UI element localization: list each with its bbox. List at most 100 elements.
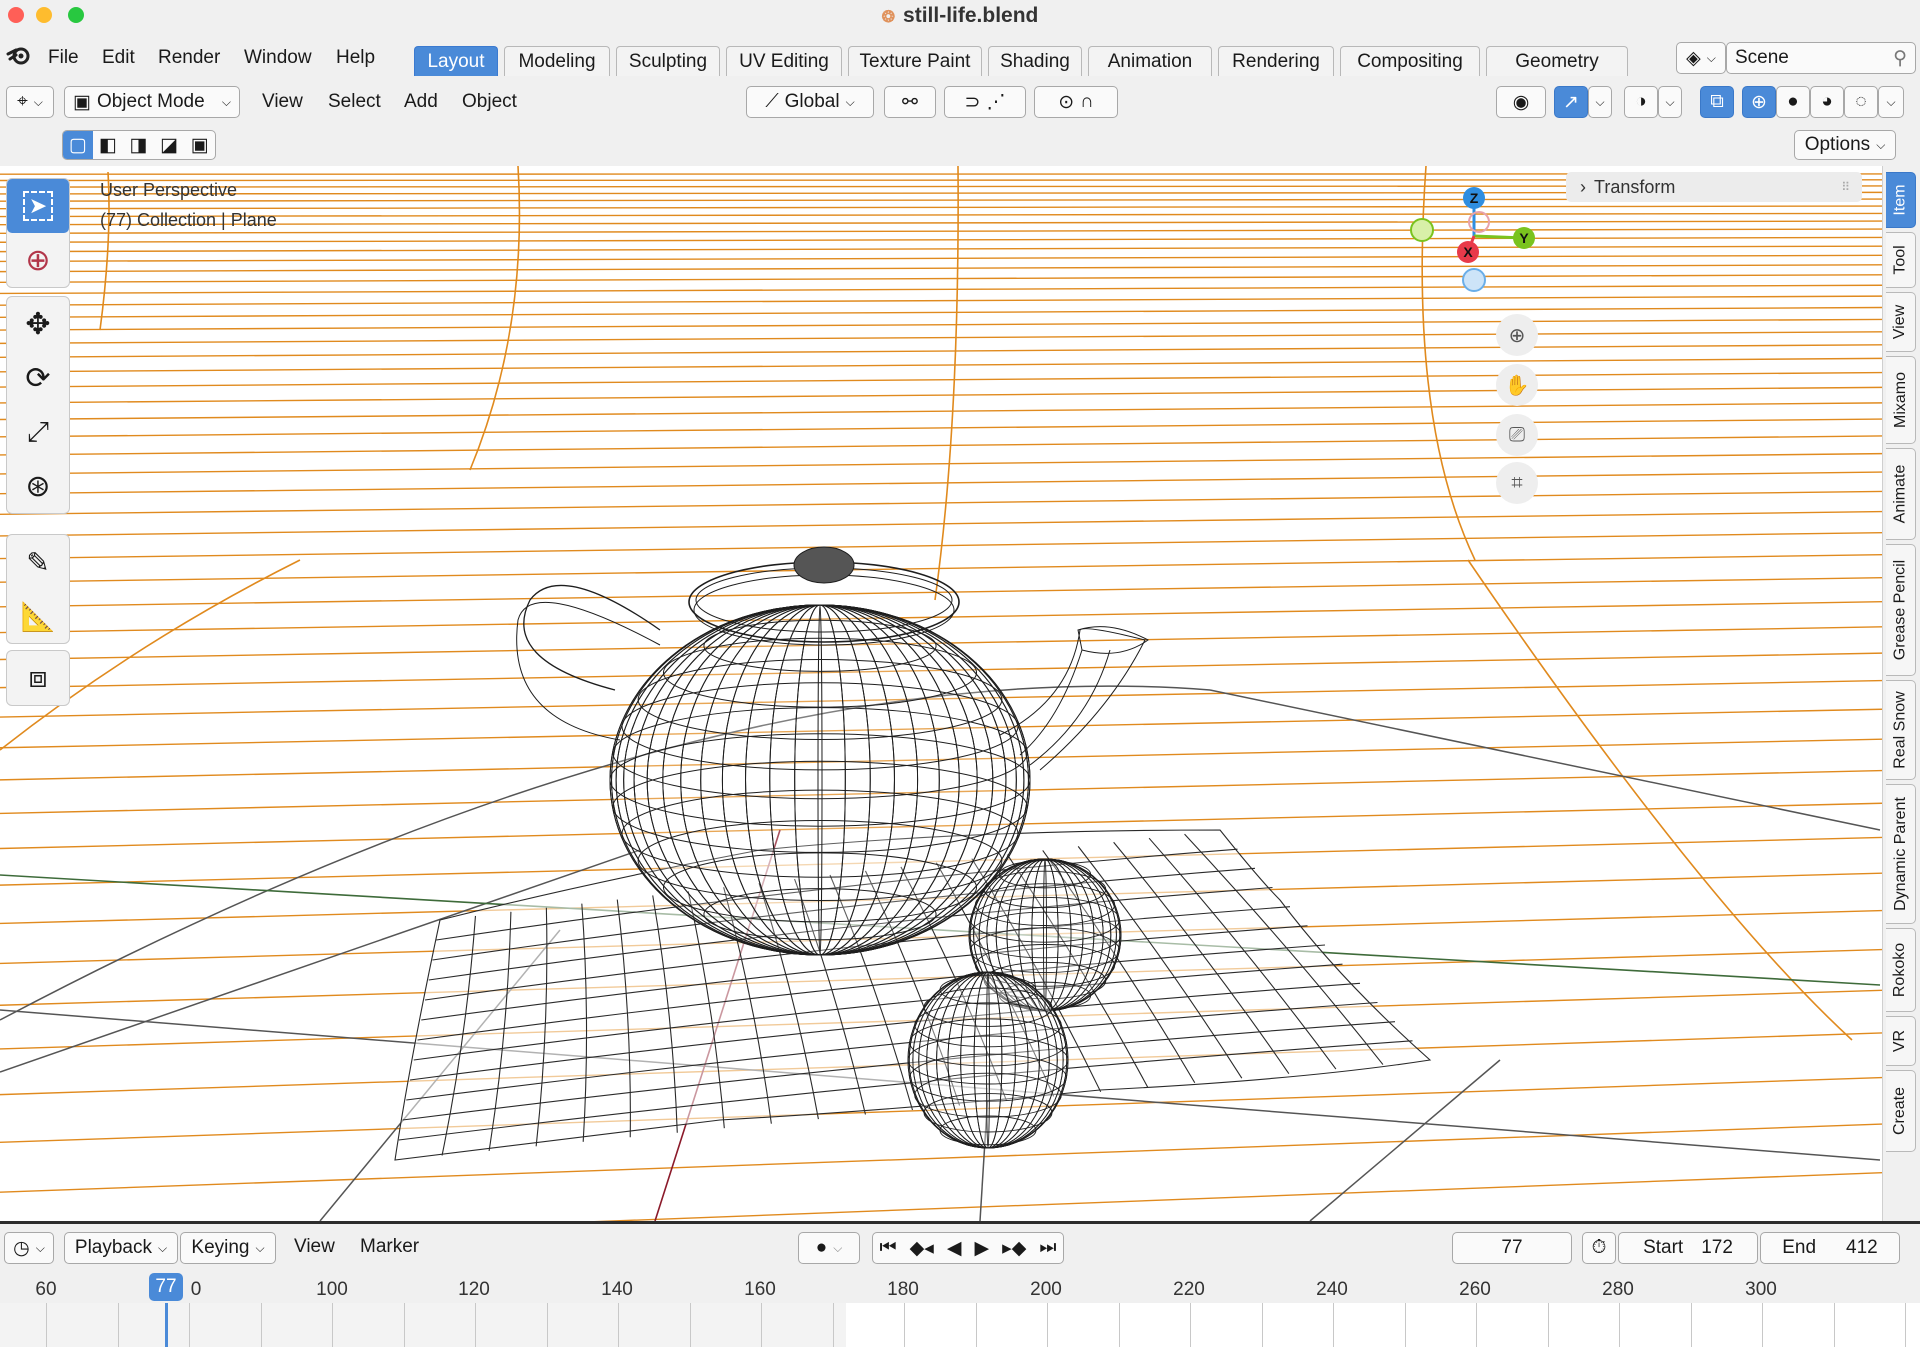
camera-icon[interactable]: ⎚: [1496, 414, 1538, 456]
rotate-icon: ⟳: [25, 361, 51, 395]
measure-tool[interactable]: 📐: [7, 589, 69, 643]
sidebar-tab-grease-pencil[interactable]: Grease Pencil: [1886, 544, 1916, 676]
pan-hand-icon[interactable]: ✋: [1496, 364, 1538, 406]
menu-select[interactable]: Select: [328, 91, 381, 113]
keying-menu[interactable]: Keying ⌵: [180, 1232, 276, 1264]
tab-compositing[interactable]: Compositing: [1340, 46, 1480, 76]
current-frame-field[interactable]: 77: [1452, 1232, 1572, 1264]
rotate-tool[interactable]: ⟳: [7, 351, 69, 405]
sidebar-tab-vr[interactable]: VR: [1886, 1016, 1916, 1066]
neg-x-handle[interactable]: [1468, 211, 1490, 233]
sidebar-tab-tool[interactable]: Tool: [1886, 232, 1916, 288]
neg-z-handle[interactable]: [1462, 268, 1486, 292]
tab-texture-paint[interactable]: Texture Paint: [848, 46, 982, 76]
overlay-dropdown[interactable]: ⌵: [1658, 86, 1682, 118]
add-cube-tool[interactable]: ⧈: [7, 651, 69, 705]
select-intersect-icon[interactable]: ▣: [184, 134, 215, 157]
navigation-gizmo[interactable]: Z Y X: [1400, 186, 1550, 306]
tab-rendering[interactable]: Rendering: [1218, 46, 1334, 76]
menu-object[interactable]: Object: [462, 91, 517, 113]
select-extend-icon[interactable]: ◧: [93, 134, 124, 157]
start-frame-field[interactable]: Start 172: [1618, 1232, 1758, 1264]
annotate-tool[interactable]: ✎: [7, 535, 69, 589]
transform-orientation-selector[interactable]: ⟋ Global ⌵: [746, 86, 874, 118]
scale-tool[interactable]: ⤢: [7, 405, 69, 459]
menu-view[interactable]: View: [262, 91, 303, 113]
jump-end-icon[interactable]: ⏭: [1039, 1237, 1056, 1259]
play-reverse-icon[interactable]: ◀: [947, 1237, 962, 1260]
neg-y-handle[interactable]: [1410, 218, 1434, 242]
select-invert-icon[interactable]: ◪: [154, 134, 185, 157]
blender-logo-icon[interactable]: [6, 44, 32, 71]
tab-uv-editing[interactable]: UV Editing: [726, 46, 842, 76]
overlay-toggle-button[interactable]: ◑: [1624, 86, 1658, 118]
transform-tool[interactable]: ⊛: [7, 459, 69, 513]
solid-shading-button[interactable]: ●: [1776, 86, 1810, 118]
playback-menu[interactable]: Playback ⌵: [64, 1232, 178, 1264]
cursor-tool[interactable]: ⊕: [7, 233, 69, 287]
chevron-down-icon: ⌵: [845, 94, 855, 109]
pin-icon[interactable]: ⚲: [1893, 47, 1907, 70]
gizmo-toggle-button[interactable]: ↗: [1554, 86, 1588, 118]
tab-geometry-nodes[interactable]: Geometry Nodes: [1486, 46, 1628, 102]
proportional-editing-button[interactable]: ⊙ ∩: [1034, 86, 1118, 118]
drag-handle-icon[interactable]: ⠿: [1841, 180, 1850, 194]
tab-layout[interactable]: Layout: [414, 46, 498, 76]
zoom-icon[interactable]: ⊕: [1496, 314, 1538, 356]
menu-add[interactable]: Add: [404, 91, 438, 113]
sidebar-tab-real-snow[interactable]: Real Snow: [1886, 680, 1916, 780]
menu-help[interactable]: Help: [336, 47, 375, 69]
preview-range-button[interactable]: ⏱: [1582, 1232, 1616, 1264]
scene-name-field[interactable]: Scene ⚲: [1726, 42, 1916, 74]
play-icon[interactable]: ▶: [975, 1237, 990, 1260]
options-dropdown[interactable]: Options ⌵: [1794, 130, 1896, 160]
editor-type-button[interactable]: ⌖ ⌵: [6, 86, 54, 118]
menu-file[interactable]: File: [48, 47, 79, 69]
tab-sculpting[interactable]: Sculpting: [616, 46, 720, 76]
sidebar-tab-create[interactable]: Create: [1886, 1070, 1916, 1152]
rendered-shading-button[interactable]: ◌: [1844, 86, 1878, 118]
timeline-menu-marker[interactable]: Marker: [360, 1236, 419, 1258]
perspective-grid-icon[interactable]: ⌗: [1496, 462, 1538, 504]
3d-viewport[interactable]: Z Y X ⊕ ✋ ⎚ ⌗ › Transform ⠿ ➤ ⊕ ✥ ⟳ ⤢ ⊛ …: [0, 166, 1882, 1221]
pivot-point-button[interactable]: ⚯: [884, 86, 936, 118]
menu-window[interactable]: Window: [244, 47, 312, 69]
timeline-ruler[interactable]: 60 0 100 120 140 160 180 200 220 240 260…: [0, 1271, 1920, 1303]
menu-render[interactable]: Render: [158, 47, 220, 69]
tab-animation[interactable]: Animation: [1088, 46, 1212, 76]
timeline-menu-view[interactable]: View: [294, 1236, 335, 1258]
tab-shading[interactable]: Shading: [988, 46, 1082, 76]
end-frame-field[interactable]: End 412: [1760, 1232, 1900, 1264]
scene-selector-button[interactable]: ◈ ⌵: [1676, 42, 1726, 74]
sidebar-tab-animate[interactable]: Animate: [1886, 448, 1916, 540]
menu-edit[interactable]: Edit: [102, 47, 135, 69]
snap-button[interactable]: ⊃ ⋰: [944, 86, 1026, 118]
sidebar-tab-dynamic-parent[interactable]: Dynamic Parent: [1886, 784, 1916, 924]
wireframe-shading-button[interactable]: ⊕: [1742, 86, 1776, 118]
move-tool[interactable]: ✥: [7, 297, 69, 351]
material-shading-button[interactable]: ◕: [1810, 86, 1844, 118]
sidebar-tab-rokoko[interactable]: Rokoko: [1886, 928, 1916, 1012]
tab-modeling[interactable]: Modeling: [504, 46, 610, 76]
sidebar-tab-item[interactable]: Item: [1886, 172, 1916, 228]
select-box-tool[interactable]: ➤: [7, 179, 69, 233]
next-keyframe-icon[interactable]: ▸◆: [1002, 1237, 1026, 1260]
playhead-frame-indicator[interactable]: 77: [149, 1273, 183, 1301]
timeline-track-area[interactable]: [0, 1303, 1920, 1347]
prev-keyframe-icon[interactable]: ◆◂: [910, 1237, 934, 1260]
playhead-line[interactable]: [165, 1303, 168, 1347]
timeline-editor-type-button[interactable]: ◷ ⌵: [4, 1232, 54, 1264]
overlay-icon: ◑: [1635, 91, 1647, 112]
sidebar-tab-mixamo[interactable]: Mixamo: [1886, 356, 1916, 444]
xray-toggle-button[interactable]: ⧉: [1700, 86, 1734, 118]
gizmo-dropdown[interactable]: ⌵: [1588, 86, 1612, 118]
transform-panel-header[interactable]: › Transform ⠿: [1566, 172, 1862, 202]
sidebar-tab-view[interactable]: View: [1886, 292, 1916, 352]
select-new-icon[interactable]: ▢: [63, 131, 93, 159]
shading-dropdown[interactable]: ⌵: [1878, 86, 1904, 118]
jump-start-icon[interactable]: ⏮: [880, 1237, 897, 1259]
auto-keying-button[interactable]: ● ⌵: [798, 1232, 860, 1264]
mode-selector[interactable]: ▣ Object Mode ⌵: [64, 86, 240, 118]
visibility-button[interactable]: ◉: [1496, 86, 1546, 118]
select-subtract-icon[interactable]: ◨: [123, 134, 154, 157]
